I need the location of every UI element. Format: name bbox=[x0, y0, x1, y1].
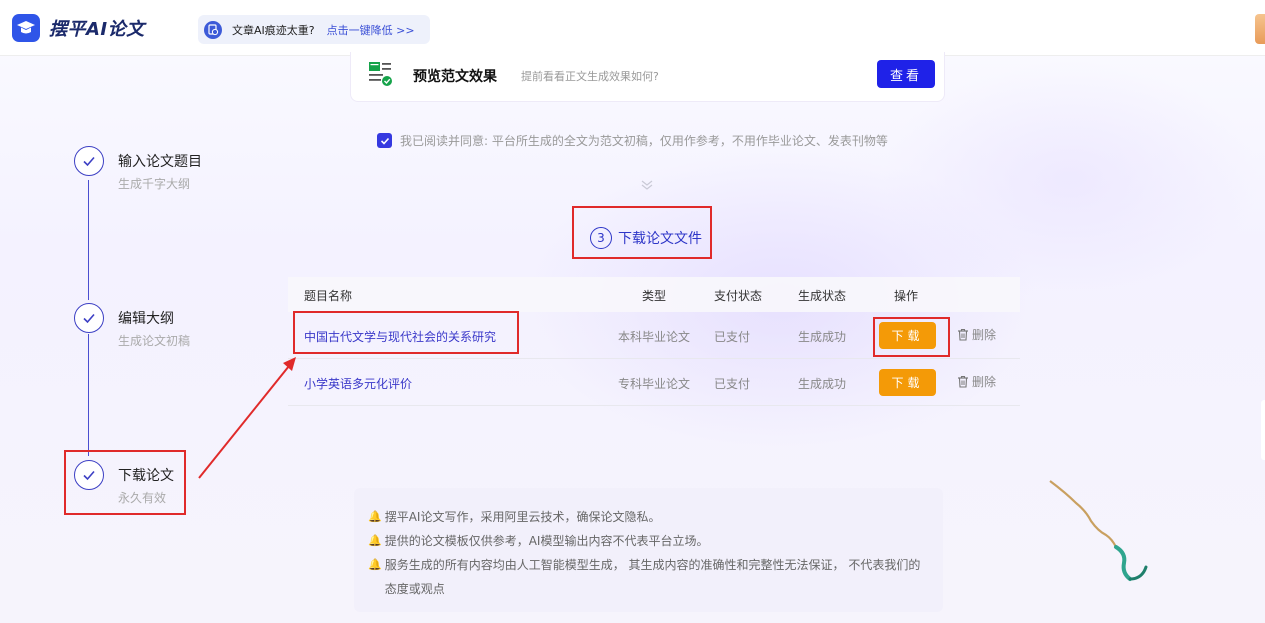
bell-icon: 🔔 bbox=[368, 510, 382, 523]
decorative-swirl bbox=[1049, 480, 1148, 581]
info-box: 🔔 摆平AI论文写作，采用阿里云技术，确保论文隐私。 🔔 提供的论文模板仅供参考… bbox=[354, 488, 943, 612]
info-text: 提供的论文模板仅供参考，AI模型输出内容不代表平台立场。 bbox=[384, 534, 709, 548]
info-text: 摆平AI论文写作，采用阿里云技术，确保论文隐私。 bbox=[384, 510, 661, 524]
info-line: 🔔 摆平AI论文写作，采用阿里云技术，确保论文隐私。 bbox=[368, 505, 929, 529]
bell-icon: 🔔 bbox=[368, 534, 382, 547]
info-line: 🔔 提供的论文模板仅供参考，AI模型输出内容不代表平台立场。 bbox=[368, 529, 929, 553]
info-line: 🔔 服务生成的所有内容均由人工智能模型生成， 其生成内容的准确性和完整性无法保证… bbox=[368, 553, 929, 601]
info-text: 服务生成的所有内容均由人工智能模型生成， 其生成内容的准确性和完整性无法保证， … bbox=[384, 558, 921, 596]
bell-icon: 🔔 bbox=[368, 558, 382, 571]
side-tab[interactable] bbox=[1261, 400, 1265, 460]
